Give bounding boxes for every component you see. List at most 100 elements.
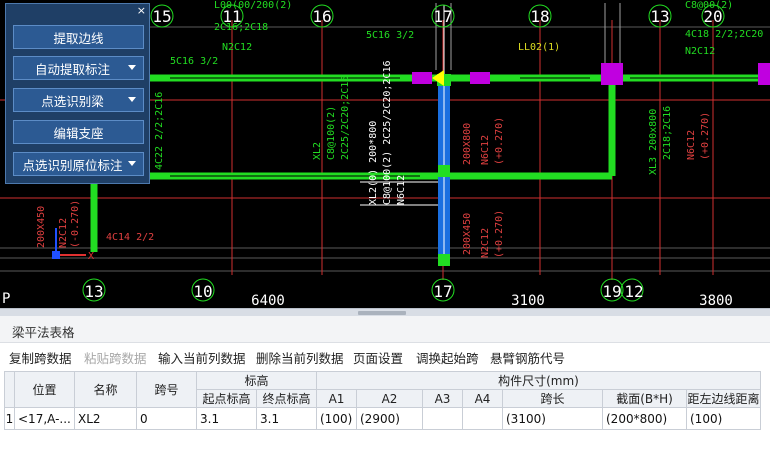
dimension-label: 3800 <box>699 293 733 308</box>
close-icon[interactable]: × <box>137 5 146 17</box>
swap-start-span-button[interactable]: 调换起始跨 <box>416 348 479 367</box>
cell-position[interactable]: <17,A-... <box>14 407 75 430</box>
paste-span-data-button[interactable]: 粘贴跨数据 <box>84 348 147 367</box>
col-header-span-length[interactable]: 跨长 <box>502 389 603 408</box>
annotation: 2C18;2C16 <box>662 106 673 160</box>
annotation: C8@00(2) <box>685 0 733 11</box>
ucs-x-label: X <box>88 251 94 262</box>
cell-span-no[interactable]: 0 <box>136 407 197 430</box>
axis-label-bottom: 19 <box>602 282 621 301</box>
cell-edge-distance[interactable]: (100) <box>686 407 761 430</box>
button-label: 编辑支座 <box>53 125 104 141</box>
annotation: L00(00/200(2) <box>214 0 292 11</box>
pick-recognize-inplace-annotation-button[interactable]: 点选识别原位标注 <box>13 152 144 176</box>
cell-span-length[interactable]: (3100) <box>502 407 603 430</box>
header-corner <box>4 371 15 408</box>
axis-label-top: 17 <box>433 7 452 26</box>
dropdown-arrow-icon[interactable] <box>128 97 136 102</box>
table-toolbar: 复制跨数据 粘贴跨数据 输入当前列数据 删除当前列数据 页面设置 调换起始跨 悬… <box>0 343 770 369</box>
axis-label-top: 13 <box>650 7 669 26</box>
annotation: C8@100(2) <box>326 106 337 160</box>
panel-title: 梁平法表格 <box>12 325 75 340</box>
col-header-a3[interactable]: A3 <box>422 389 463 408</box>
panel-title-bar: 梁平法表格 <box>0 316 770 343</box>
col-header-dimensions: 构件尺寸(mm) <box>316 371 761 390</box>
cad-canvas[interactable]: 15 11 16 17 18 13 20 13 10 17 19 12 6400… <box>0 0 770 308</box>
button-label: 点选识别梁 <box>41 93 104 109</box>
cell-a3[interactable] <box>422 407 463 430</box>
annotation: 4C14 2/2 <box>106 232 154 243</box>
col-header-start-elevation[interactable]: 起点标高 <box>196 389 257 408</box>
col-header-a4[interactable]: A4 <box>462 389 503 408</box>
dropdown-arrow-icon[interactable] <box>128 161 136 166</box>
table-row[interactable]: 1 <17,A-... XL2 0 3.1 3.1 (100) (2900) (… <box>4 407 761 430</box>
auto-extract-annotation-button[interactable]: 自动提取标注 <box>13 56 144 80</box>
annotation: 200X450 <box>462 213 473 255</box>
annotation: N6C12 <box>480 135 491 165</box>
edit-support-button[interactable]: 编辑支座 <box>13 120 144 144</box>
annotation: XL2(0) 200*800 <box>368 121 379 205</box>
col-header-name[interactable]: 名称 <box>74 371 137 408</box>
cantilever-rebar-code-button[interactable]: 悬臂钢筋代号 <box>490 348 565 367</box>
button-label: 自动提取标注 <box>34 61 110 77</box>
annotation: N2C12 <box>58 218 69 248</box>
axis-label-top: 16 <box>312 7 331 26</box>
col-header-elevation: 标高 <box>196 371 317 390</box>
annotation: XL2 <box>312 142 323 160</box>
annotation: 5C16 3/2 <box>366 30 414 41</box>
supports[interactable] <box>412 63 770 85</box>
col-header-a1[interactable]: A1 <box>316 389 357 408</box>
delete-column-data-button[interactable]: 删除当前列数据 <box>256 348 344 367</box>
annotation: 4C22 2/2;2C16 <box>154 92 165 170</box>
axis-label-top: 15 <box>152 7 171 26</box>
annotation: 200X450 <box>36 206 47 248</box>
button-label: 点选识别原位标注 <box>22 157 123 173</box>
annotation: N2C12 <box>685 46 715 57</box>
col-header-position[interactable]: 位置 <box>14 371 75 408</box>
cell-section[interactable]: (200*800) <box>602 407 687 430</box>
pick-recognize-beam-button[interactable]: 点选识别梁 <box>13 88 144 112</box>
dropdown-arrow-icon[interactable] <box>128 65 136 70</box>
annotation: C8@100(2) 2C25/2C20;2C16 <box>382 61 393 206</box>
annotation: N6C12 <box>686 130 697 160</box>
cell-name[interactable]: XL2 <box>74 407 137 430</box>
col-header-section[interactable]: 截面(B*H) <box>602 389 687 408</box>
extract-edge-button[interactable]: 提取边线 <box>13 25 144 49</box>
axis-label-bottom: 12 <box>624 282 643 301</box>
annotation: (+0.270) <box>700 112 711 160</box>
annotation: 2C25/2C20;2C16 <box>340 76 351 160</box>
annotation: (+0.270) <box>494 210 505 258</box>
annotation: 4C18 2/2;2C20 <box>685 29 763 40</box>
beam-table-panel: 梁平法表格 复制跨数据 粘贴跨数据 输入当前列数据 删除当前列数据 页面设置 调… <box>0 316 770 466</box>
cell-start-elevation[interactable]: 3.1 <box>196 407 257 430</box>
button-label: 提取边线 <box>53 30 104 46</box>
axis-labels: 15 11 16 17 18 13 20 13 10 17 19 12 <box>84 7 722 301</box>
col-header-span-no[interactable]: 跨号 <box>136 371 197 408</box>
cell-a4[interactable] <box>462 407 503 430</box>
col-header-end-elevation[interactable]: 终点标高 <box>256 389 317 408</box>
cell-end-elevation[interactable]: 3.1 <box>256 407 317 430</box>
annotation: P <box>2 291 10 307</box>
annotation: N2C12 <box>480 228 491 258</box>
axis-label-bottom: 17 <box>433 282 452 301</box>
dimension-label: 3100 <box>511 293 545 308</box>
axis-label-bottom: 13 <box>84 282 103 301</box>
col-header-edge-distance[interactable]: 距左边线距离 <box>686 389 761 408</box>
dimension-label: 6400 <box>251 293 285 308</box>
cell-a2[interactable]: (2900) <box>356 407 423 430</box>
beam-recognition-panel: × 提取边线 自动提取标注 点选识别梁 编辑支座 点选识别原位标注 <box>5 3 150 184</box>
annotation: XL3 200x800 <box>648 109 659 175</box>
splitter-grip[interactable] <box>358 311 406 315</box>
cell-a1[interactable]: (100) <box>316 407 357 430</box>
annotation: 2C16;2C18 <box>214 22 268 33</box>
page-setup-button[interactable]: 页面设置 <box>353 348 403 367</box>
input-column-data-button[interactable]: 输入当前列数据 <box>158 348 246 367</box>
col-header-a2[interactable]: A2 <box>356 389 423 408</box>
beam-lines[interactable] <box>90 74 770 252</box>
copy-span-data-button[interactable]: 复制跨数据 <box>9 348 72 367</box>
annotation: (-0.270) <box>70 200 81 248</box>
axis-label-bottom: 10 <box>193 282 212 301</box>
annotation: N6C12 <box>396 175 407 205</box>
beam-data-table: 位置 名称 跨号 标高 构件尺寸(mm) 起点标高 终点标高 A1 A2 A3 … <box>4 371 761 430</box>
annotation: 200X800 <box>462 123 473 165</box>
